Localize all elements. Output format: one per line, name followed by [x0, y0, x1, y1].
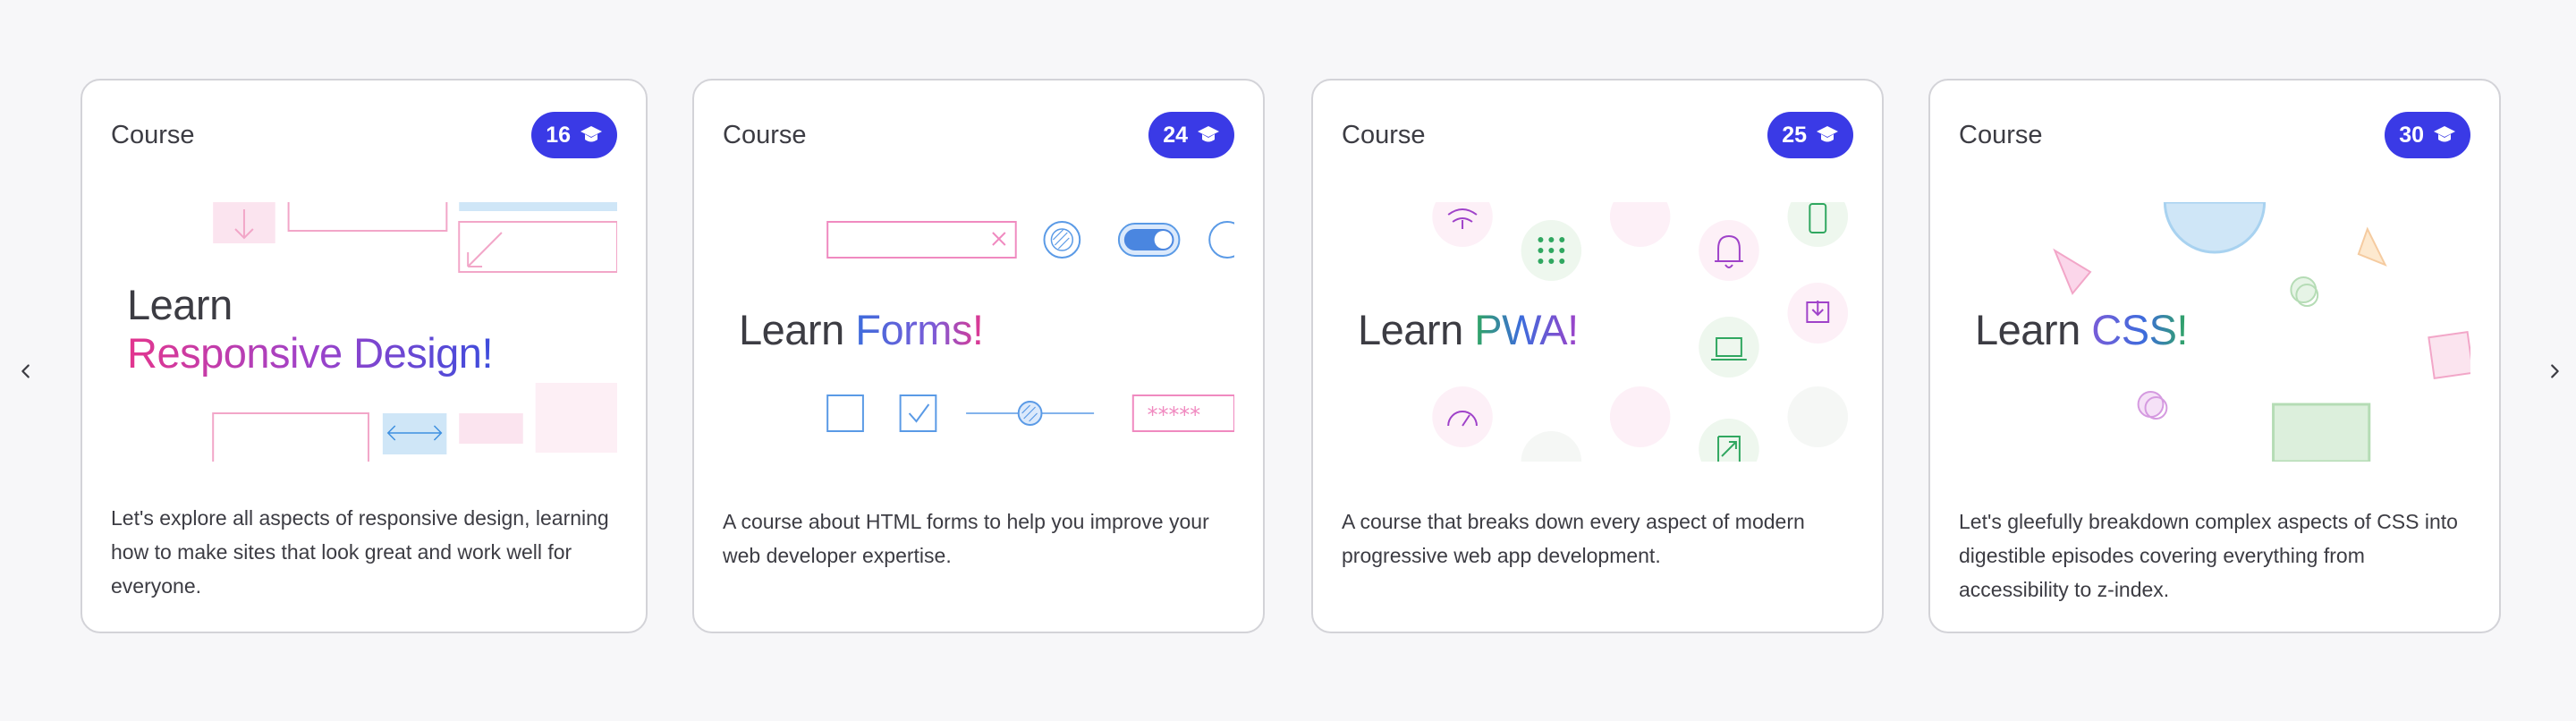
graduation-cap-icon — [1198, 126, 1219, 142]
carousel-prev-button[interactable] — [8, 353, 44, 389]
course-card-responsive-design[interactable]: Course 16 Learn Responsive Design! Let's… — [80, 79, 648, 633]
course-card-forms[interactable]: Course 24 ***** Learn Forms! A course ab… — [692, 79, 1265, 633]
graduation-cap-icon — [1817, 126, 1838, 142]
course-title-topic: CSS! — [2091, 306, 2188, 353]
course-card-css[interactable]: Course 30 Learn CSS! Let's gleefully bre… — [1928, 79, 2501, 633]
course-illustration: ***** Learn Forms! — [723, 202, 1234, 462]
course-title: Learn PWA! — [1358, 306, 1579, 354]
card-type-label: Course — [1342, 120, 1426, 149]
lesson-count: 30 — [2399, 122, 2424, 148]
carousel-next-button[interactable] — [2537, 353, 2572, 389]
course-illustration: Learn CSS! — [1959, 202, 2470, 462]
course-title-topic: PWA! — [1474, 306, 1579, 353]
card-header: Course 30 — [1959, 111, 2470, 159]
card-header: Course 24 — [723, 111, 1234, 159]
course-description: A course about HTML forms to help you im… — [723, 510, 1209, 567]
lesson-count-badge: 30 — [2385, 112, 2470, 158]
card-header: Course 25 — [1342, 111, 1853, 159]
course-title: Learn Forms! — [739, 306, 984, 354]
card-header: Course 16 — [111, 111, 617, 159]
card-type-label: Course — [723, 120, 807, 149]
course-illustration: Learn PWA! — [1342, 202, 1853, 462]
course-title-prefix: Learn — [1975, 306, 2080, 353]
lesson-count-badge: 24 — [1148, 112, 1234, 158]
svg-text:*****: ***** — [1148, 403, 1201, 428]
course-title-topic: Forms! — [855, 306, 984, 353]
lesson-count-badge: 25 — [1767, 112, 1853, 158]
course-description: A course that breaks down every aspect o… — [1342, 510, 1805, 567]
graduation-cap-icon — [2434, 126, 2455, 142]
course-illustration: Learn Responsive Design! — [111, 202, 617, 462]
course-title-prefix: Learn — [1358, 306, 1463, 353]
lesson-count: 16 — [546, 122, 571, 148]
lesson-count: 25 — [1782, 122, 1807, 148]
graduation-cap-icon — [580, 126, 602, 142]
course-title: Learn CSS! — [1975, 306, 2188, 354]
course-title-topic: Responsive Design! — [127, 329, 494, 377]
course-title-prefix: Learn — [127, 281, 233, 328]
course-title-prefix: Learn — [739, 306, 844, 353]
course-card-pwa[interactable]: Course 25 Learn PWA! A course that break… — [1311, 79, 1884, 633]
course-description: Let's gleefully breakdown complex aspect… — [1959, 510, 2458, 601]
chevron-right-icon — [2551, 364, 2559, 378]
course-title: Learn Responsive Design! — [127, 281, 494, 377]
lesson-count-badge: 16 — [531, 112, 617, 158]
chevron-left-icon — [21, 364, 30, 378]
card-type-label: Course — [1959, 120, 2043, 149]
course-description: Let's explore all aspects of responsive … — [111, 506, 609, 598]
card-type-label: Course — [111, 120, 195, 149]
lesson-count: 24 — [1163, 122, 1188, 148]
